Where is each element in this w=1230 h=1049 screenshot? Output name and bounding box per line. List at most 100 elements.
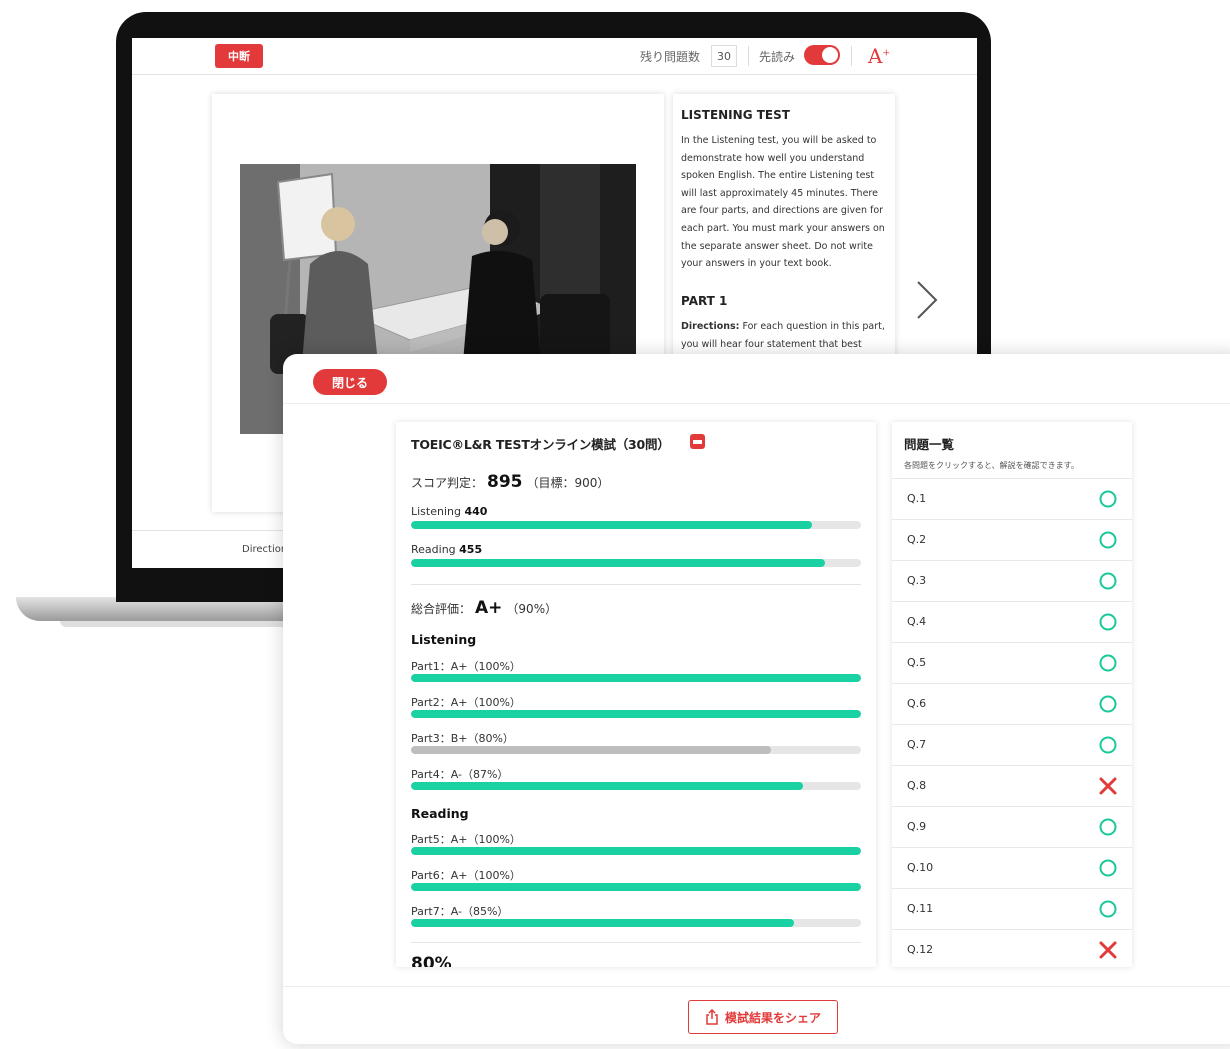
preread-toggle[interactable] [804, 45, 840, 65]
grade-label: 総合評価： [411, 602, 472, 616]
question-label: Q.4 [907, 615, 927, 628]
question-row[interactable]: Q.6 [892, 683, 1132, 724]
question-label: Q.3 [907, 574, 927, 587]
grade-percent: （90%） [506, 602, 558, 616]
correct-circle-icon [1098, 858, 1118, 878]
score-target: （目標：900） [526, 476, 610, 490]
part-label: Part2：A+（100%） [411, 696, 521, 709]
part-bar [411, 883, 861, 891]
part-fill [411, 674, 861, 682]
laptop-base-shadow [60, 621, 320, 627]
divider [748, 46, 749, 66]
part-label: Part7：A-（85%） [411, 905, 509, 918]
score-card: TOEIC®L&R TESTオンライン模試（30問） スコア判定： 895 （目標：… [396, 422, 876, 967]
reading-score-label: Reading 455 [411, 543, 483, 556]
grade-row: 総合評価： A+ （90%） [411, 598, 557, 618]
share-icon [706, 1009, 718, 1025]
part-bar [411, 710, 861, 718]
correct-circle-icon [1098, 612, 1118, 632]
divider [283, 403, 1230, 404]
part-title: PART 1 [681, 294, 728, 308]
directions-body: Directions: For each question in this pa… [681, 318, 891, 353]
part-bar [411, 847, 861, 855]
question-list-card: 問題一覧 各問題をクリックすると、解説を確認できます。 Q.1 Q.2 Q.3 Q.4… [892, 422, 1132, 967]
score-value: 895 [487, 472, 523, 492]
truncated-score-text: 80% [411, 954, 452, 967]
question-row[interactable]: Q.1 [892, 478, 1132, 519]
correct-circle-icon [1098, 489, 1118, 509]
listening-body: In the Listening test, you will be asked… [681, 135, 885, 270]
part-bar [411, 746, 861, 754]
toggle-knob [822, 47, 838, 63]
question-row[interactable]: Q.11 [892, 888, 1132, 929]
close-button[interactable]: 閉じる [313, 369, 387, 395]
part-fill [411, 782, 803, 790]
question-label: Q.2 [907, 533, 927, 546]
divider [851, 46, 852, 66]
question-row[interactable]: Q.3 [892, 560, 1132, 601]
preread-label: 先読み [759, 50, 796, 64]
correct-circle-icon [1098, 899, 1118, 919]
question-label: Q.1 [907, 492, 927, 505]
part-label: Part6：A+（100%） [411, 869, 521, 882]
print-icon[interactable] [690, 434, 705, 449]
listening-score-fill [411, 521, 812, 529]
part-bar [411, 782, 861, 790]
share-results-button[interactable]: 模試結果をシェア [688, 1000, 838, 1034]
incorrect-cross-icon [1098, 940, 1118, 960]
incorrect-cross-icon [1098, 776, 1118, 796]
correct-circle-icon [1098, 817, 1118, 837]
question-list: Q.1 Q.2 Q.3 Q.4 Q.5 Q.6 Q.7 Q.8 Q.9 Q.10 Q.11 Q.12 [892, 478, 1132, 967]
reading-score-fill [411, 559, 825, 567]
question-label: Q.12 [907, 943, 934, 956]
part-label: Part3：B+（80%） [411, 732, 514, 745]
remaining-questions-count: 30 [711, 45, 737, 67]
correct-circle-icon [1098, 735, 1118, 755]
question-row[interactable]: Q.5 [892, 642, 1132, 683]
part-bar [411, 919, 861, 927]
question-row[interactable]: Q.7 [892, 724, 1132, 765]
question-label: Q.8 [907, 779, 927, 792]
font-size-icon[interactable]: A+ [868, 44, 890, 68]
part-label: Part5：A+（100%） [411, 833, 521, 846]
question-label: Q.5 [907, 656, 927, 669]
question-label: Q.7 [907, 738, 927, 751]
question-row[interactable]: Q.4 [892, 601, 1132, 642]
directions-label: Directions: [681, 321, 740, 332]
listening-title: LISTENING TEST [681, 108, 790, 122]
pause-button[interactable]: 中断 [215, 44, 263, 68]
divider [283, 986, 1230, 987]
score-row: スコア判定： 895 （目標：900） [411, 472, 609, 492]
test-top-bar: 中断 残り問題数 30 先読み A+ [132, 38, 977, 75]
part-fill [411, 746, 771, 754]
correct-circle-icon [1098, 694, 1118, 714]
score-label: スコア判定： [411, 476, 484, 490]
divider [411, 584, 861, 585]
section-reading-heading: Reading [411, 806, 469, 821]
correct-circle-icon [1098, 571, 1118, 591]
question-label: Q.6 [907, 697, 927, 710]
next-arrow-icon[interactable] [912, 278, 942, 322]
reading-score-value: 455 [459, 543, 483, 556]
question-label: Q.11 [907, 902, 934, 915]
part-bar [411, 674, 861, 682]
grade-value: A+ [475, 598, 503, 618]
question-label: Q.9 [907, 820, 927, 833]
listening-score-bar [411, 521, 861, 529]
part-label: Part1：A+（100%） [411, 660, 521, 673]
question-row[interactable]: Q.12 [892, 929, 1132, 967]
part-fill [411, 710, 861, 718]
correct-circle-icon [1098, 530, 1118, 550]
question-list-note: 各問題をクリックすると、解説を確認できます。 [904, 461, 1079, 470]
question-row[interactable]: Q.2 [892, 519, 1132, 560]
listening-score-label: Listening 440 [411, 505, 488, 518]
part-fill [411, 847, 861, 855]
listening-directions-card: LISTENING TEST In the Listening test, yo… [673, 94, 895, 394]
question-row[interactable]: Q.9 [892, 806, 1132, 847]
question-row[interactable]: Q.8 [892, 765, 1132, 806]
section-listening-heading: Listening [411, 632, 477, 647]
question-row[interactable]: Q.10 [892, 847, 1132, 888]
question-label: Q.10 [907, 861, 934, 874]
result-panel: 閉じる TOEIC®L&R TESTオンライン模試（30問） スコア判定： 895… [283, 354, 1230, 1044]
share-results-label: 模試結果をシェア [724, 1010, 821, 1025]
